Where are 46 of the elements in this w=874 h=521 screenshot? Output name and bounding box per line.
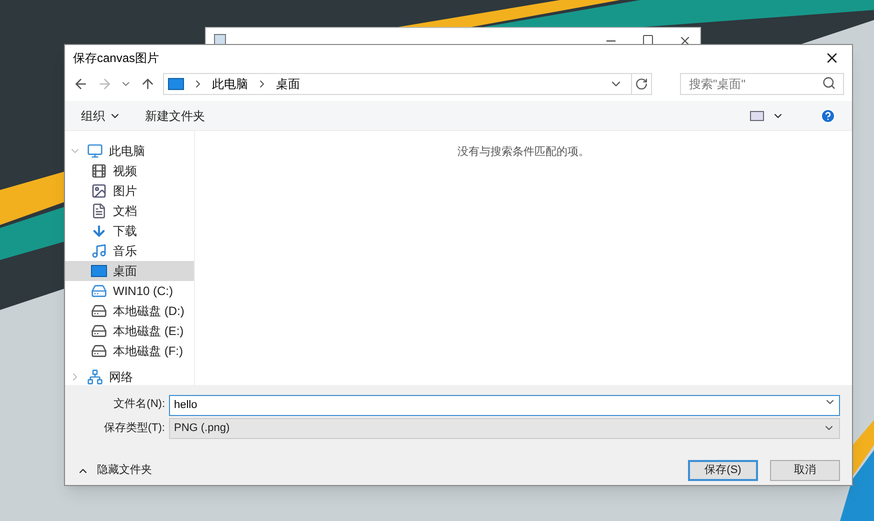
drive-icon [91, 303, 107, 319]
help-icon[interactable] [820, 108, 836, 124]
picture-icon [91, 183, 107, 199]
search-field[interactable]: 搜索"桌面" [680, 73, 844, 95]
document-icon [91, 203, 107, 219]
dialog-title: 保存canvas图片 [73, 50, 160, 67]
nav-item[interactable]: 桌面 [65, 261, 194, 281]
drive-icon [91, 323, 107, 339]
back-icon[interactable] [73, 76, 89, 92]
organize-button[interactable]: 组织 [81, 106, 121, 124]
nav-item[interactable]: 下载 [65, 221, 194, 241]
dialog-button[interactable]: 取消 [770, 460, 840, 481]
up-icon[interactable] [140, 76, 156, 92]
dialog-button[interactable]: 保存(S) [688, 460, 758, 481]
desktop-icon [168, 78, 184, 90]
music-note-icon [91, 243, 107, 259]
hide-folders-button[interactable]: 隐藏文件夹 [77, 462, 152, 479]
filename-label: 文件名(N): [112, 396, 165, 412]
nav-item[interactable]: 文档 [65, 201, 194, 221]
nav-item[interactable]: 本地磁盘 (E:) [65, 321, 194, 341]
view-icon [750, 110, 764, 120]
drive-icon [91, 343, 107, 359]
filetype-dropdown[interactable]: PNG (.png) [169, 418, 840, 438]
filetype-label: 保存类型(T): [102, 420, 165, 436]
breadcrumb[interactable]: 此电脑 [212, 75, 248, 93]
search-icon [822, 76, 836, 90]
nav-item[interactable]: 本地磁盘 (D:) [65, 301, 194, 321]
nav-item[interactable]: 本地磁盘 (F:) [65, 341, 194, 361]
nav-item[interactable]: WIN10 (C:) [65, 281, 194, 301]
computer-icon [87, 143, 103, 159]
nav-item[interactable]: 视频 [65, 161, 194, 181]
nav-item[interactable]: 音乐 [65, 241, 194, 261]
breadcrumb[interactable]: 桌面 [276, 75, 300, 93]
filename-field[interactable]: hello [169, 394, 840, 416]
drive-icon [91, 283, 107, 299]
new-folder-button[interactable]: 新建文件夹 [145, 106, 205, 124]
nav-item[interactable]: 图片 [65, 181, 194, 201]
network-icon [87, 369, 103, 385]
nav-item[interactable]: 此电脑 [65, 141, 194, 161]
address-bar[interactable]: 此电脑 桌面 [163, 73, 652, 95]
empty-message: 没有与搜索条件匹配的项。 [458, 144, 590, 160]
nav-item[interactable]: 网络 [65, 367, 194, 387]
film-icon [91, 163, 107, 179]
wallpaper-stripe [840, 450, 874, 521]
desktop-icon [91, 265, 107, 277]
view-button[interactable] [750, 110, 784, 122]
